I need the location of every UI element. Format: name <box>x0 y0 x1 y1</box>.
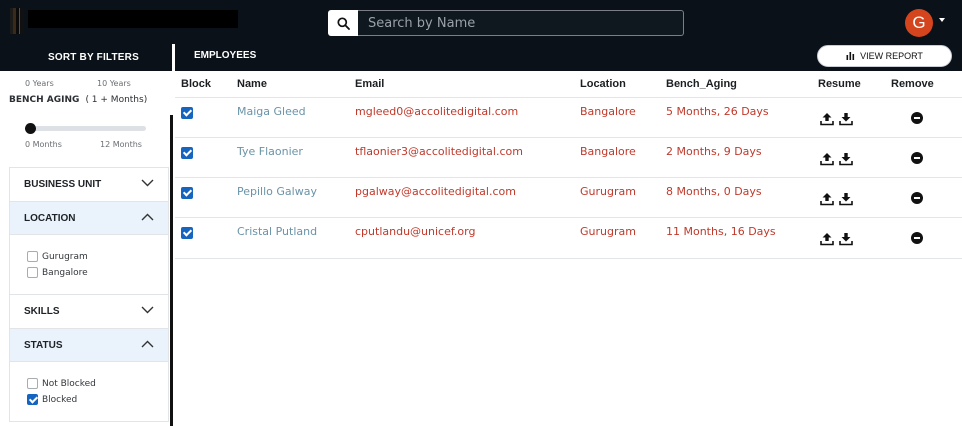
checkbox[interactable] <box>27 378 38 389</box>
upload-icon[interactable] <box>820 192 834 206</box>
block-checkbox[interactable] <box>181 147 193 159</box>
sort-by-filters-title: SORT BY FILTERS <box>48 52 139 63</box>
upload-icon[interactable] <box>820 232 834 246</box>
remove-icon[interactable] <box>911 152 923 164</box>
table-row: Maiga Gleed mgleed0@accolitedigital.com … <box>175 97 962 137</box>
bench-aging-slider-handle[interactable] <box>25 123 36 134</box>
avatar[interactable]: G <box>905 9 933 37</box>
view-report-label: VIEW REPORT <box>860 51 923 61</box>
table-row: Tye Flaonier tflaonier3@accolitedigital.… <box>175 137 962 177</box>
status-option-blocked[interactable]: Blocked <box>27 394 77 405</box>
block-checkbox[interactable] <box>181 107 193 119</box>
years-max-label: 10 Years <box>97 79 131 88</box>
download-icon[interactable] <box>839 232 853 246</box>
employee-name[interactable]: Cristal Putland <box>237 225 317 238</box>
checkbox-checked[interactable] <box>27 394 38 405</box>
months-min-label: 0 Months <box>25 140 62 149</box>
table-row: Cristal Putland cputlandu@unicef.org Gur… <box>175 217 962 257</box>
remove-icon[interactable] <box>911 192 923 204</box>
column-header-email: Email <box>355 78 385 90</box>
logo-text-redacted <box>28 10 238 28</box>
bar-chart-icon <box>846 52 855 60</box>
employee-location: Bangalore <box>580 145 636 158</box>
employee-location: Gurugram <box>580 225 636 238</box>
status-options-panel <box>9 362 169 422</box>
table-row: Pepillo Galway pgalway@accolitedigital.c… <box>175 177 962 217</box>
filter-location[interactable]: LOCATION <box>9 201 169 235</box>
employee-email: tflaonier3@accolitedigital.com <box>355 145 523 158</box>
block-checkbox[interactable] <box>181 227 193 239</box>
months-max-label: 12 Months <box>100 140 142 149</box>
chevron-down-icon <box>141 179 154 187</box>
column-header-location: Location <box>580 78 626 90</box>
block-checkbox[interactable] <box>181 187 193 199</box>
location-option-gurugram[interactable]: Gurugram <box>27 251 88 262</box>
employee-bench-aging: 8 Months, 0 Days <box>666 185 762 198</box>
upload-icon[interactable] <box>820 112 834 126</box>
column-header-remove: Remove <box>891 78 934 90</box>
bench-aging-label: BENCH AGING( 1 + Months) <box>9 95 148 105</box>
chevron-up-icon <box>141 340 154 348</box>
employees-title: EMPLOYEES <box>194 50 257 61</box>
employee-name[interactable]: Pepillo Galway <box>237 185 317 198</box>
status-option-not-blocked[interactable]: Not Blocked <box>27 378 96 389</box>
filter-sidebar: 0 Years 10 Years BENCH AGING( 1 + Months… <box>0 71 172 426</box>
column-header-name: Name <box>237 78 267 90</box>
top-bar: G <box>0 0 962 44</box>
search-input[interactable] <box>358 10 684 36</box>
chevron-down-icon <box>141 306 154 314</box>
employee-email: mgleed0@accolitedigital.com <box>355 105 519 118</box>
years-min-label: 0 Years <box>25 79 54 88</box>
employee-location: Bangalore <box>580 105 636 118</box>
view-report-button[interactable]: VIEW REPORT <box>817 45 952 67</box>
employee-email: cputlandu@unicef.org <box>355 225 476 238</box>
filter-business-unit[interactable]: BUSINESS UNIT <box>9 167 169 201</box>
employee-location: Gurugram <box>580 185 636 198</box>
checkbox[interactable] <box>27 267 38 278</box>
chevron-up-icon <box>141 213 154 221</box>
employee-bench-aging: 11 Months, 16 Days <box>666 225 776 238</box>
filter-status[interactable]: STATUS <box>9 328 169 362</box>
bench-aging-slider-track[interactable] <box>30 126 146 131</box>
search-button[interactable] <box>328 10 358 36</box>
caret-down-icon[interactable] <box>939 18 945 22</box>
column-header-bench-aging: Bench_Aging <box>666 78 737 90</box>
sub-header: SORT BY FILTERS EMPLOYEES VIEW REPORT <box>0 44 962 71</box>
filter-skills[interactable]: SKILLS <box>9 294 169 328</box>
location-option-bangalore[interactable]: Bangalore <box>27 267 88 278</box>
employees-table: Block Name Email Location Bench_Aging Re… <box>175 71 962 426</box>
download-icon[interactable] <box>839 192 853 206</box>
employee-bench-aging: 5 Months, 26 Days <box>666 105 769 118</box>
employee-email: pgalway@accolitedigital.com <box>355 185 516 198</box>
remove-icon[interactable] <box>911 112 923 124</box>
divider <box>172 44 175 71</box>
search-icon <box>336 16 350 30</box>
remove-icon[interactable] <box>911 232 923 244</box>
upload-icon[interactable] <box>820 152 834 166</box>
column-header-block: Block <box>181 78 211 90</box>
table-bottom-border <box>175 258 962 259</box>
column-header-resume: Resume <box>818 78 861 90</box>
checkbox[interactable] <box>27 251 38 262</box>
employee-name[interactable]: Tye Flaonier <box>237 145 303 158</box>
download-icon[interactable] <box>839 112 853 126</box>
logo <box>10 8 24 34</box>
employee-name[interactable]: Maiga Gleed <box>237 105 306 118</box>
sidebar-scrollbar[interactable] <box>170 115 173 426</box>
location-options-panel <box>9 235 169 294</box>
search-bar <box>328 10 684 36</box>
employee-bench-aging: 2 Months, 9 Days <box>666 145 762 158</box>
download-icon[interactable] <box>839 152 853 166</box>
